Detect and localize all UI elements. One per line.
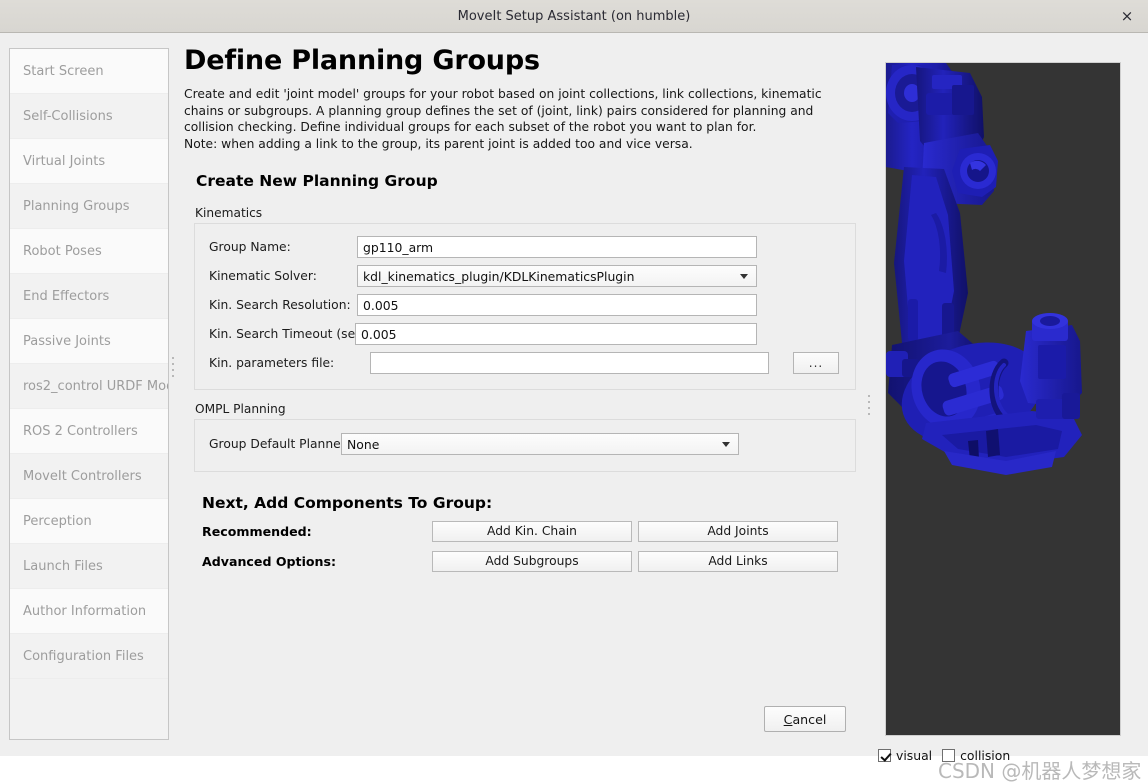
- sidebar-item-end-effectors[interactable]: End Effectors: [10, 274, 168, 319]
- params-file-row: Kin. parameters file: ...: [195, 349, 855, 378]
- sidebar-empty-area: [10, 679, 168, 739]
- sidebar-item-label: MoveIt Controllers: [23, 468, 142, 484]
- group-name-label: Group Name:: [209, 240, 291, 255]
- recommended-label: Recommended:: [202, 523, 312, 539]
- sidebar-item-label: Passive Joints: [23, 333, 111, 349]
- next-section-title: Next, Add Components To Group:: [202, 493, 493, 512]
- search-resolution-input[interactable]: 0.005: [357, 294, 757, 317]
- group-name-input[interactable]: gp110_arm: [357, 236, 757, 259]
- navigation-sidebar: Start Screen Self-Collisions Virtual Joi…: [9, 48, 169, 740]
- advanced-options-label: Advanced Options:: [202, 553, 337, 569]
- default-planner-value: None: [347, 436, 380, 452]
- application-window: Start Screen Self-Collisions Virtual Joi…: [0, 33, 1148, 783]
- window-title: MoveIt Setup Assistant (on humble): [457, 8, 691, 24]
- robot-model-render: [886, 63, 1082, 475]
- sidebar-item-passive-joints[interactable]: Passive Joints: [10, 319, 168, 364]
- sidebar-item-label: Author Information: [23, 603, 147, 619]
- add-subgroups-button[interactable]: Add Subgroups: [432, 550, 632, 572]
- search-timeout-input[interactable]: 0.005: [355, 323, 757, 346]
- page-description: Create and edit 'joint model' groups for…: [184, 87, 822, 152]
- ompl-group-label: OMPL Planning: [195, 401, 286, 416]
- close-icon[interactable]: ×: [1116, 5, 1138, 27]
- search-timeout-row: Kin. Search Timeout (sec): 0.005: [195, 320, 855, 349]
- sidebar-item-label: Launch Files: [23, 558, 103, 574]
- chevron-down-icon: [722, 442, 730, 448]
- kinematics-group-label: Kinematics: [195, 205, 263, 220]
- sidebar-item-label: ros2_control URDF Modifications: [23, 378, 168, 394]
- search-resolution-row: Kin. Search Resolution: 0.005: [195, 291, 855, 320]
- kinematics-groupbox: Kinematics Group Name: gp110_arm Kinemat…: [184, 206, 856, 390]
- add-kin-chain-button[interactable]: Add Kin. Chain: [432, 520, 632, 542]
- sidebar-item-perception[interactable]: Perception: [10, 499, 168, 544]
- sidebar-item-configuration-files[interactable]: Configuration Files: [10, 634, 168, 679]
- main-content: Define Planning Groups Create and edit '…: [184, 45, 856, 745]
- sidebar-item-launch-files[interactable]: Launch Files: [10, 544, 168, 589]
- search-timeout-label: Kin. Search Timeout (sec):: [209, 327, 371, 342]
- kinematic-solver-select[interactable]: kdl_kinematics_plugin/KDLKinematicsPlugi…: [357, 265, 757, 288]
- sidebar-item-ros2-controllers[interactable]: ROS 2 Controllers: [10, 409, 168, 454]
- sidebar-item-self-collisions[interactable]: Self-Collisions: [10, 94, 168, 139]
- ompl-groupbox: OMPL Planning Group Default Planner: Non…: [184, 402, 856, 472]
- kinematic-solver-label: Kinematic Solver:: [209, 269, 317, 284]
- add-links-button[interactable]: Add Links: [638, 550, 838, 572]
- sidebar-item-label: Robot Poses: [23, 243, 102, 259]
- viewport-splitter-handle[interactable]: [866, 391, 871, 433]
- sidebar-item-virtual-joints[interactable]: Virtual Joints: [10, 139, 168, 184]
- sidebar-item-label: Planning Groups: [23, 198, 130, 214]
- sidebar-item-moveit-controllers[interactable]: MoveIt Controllers: [10, 454, 168, 499]
- cancel-button[interactable]: Cancel: [764, 706, 846, 732]
- sidebar-item-start-screen[interactable]: Start Screen: [10, 49, 168, 94]
- section-title-create-group: Create New Planning Group: [196, 171, 438, 190]
- advanced-row: Advanced Options: Add Subgroups Add Link…: [202, 550, 856, 572]
- cancel-accelerator: C: [783, 711, 793, 727]
- sidebar-item-planning-groups[interactable]: Planning Groups: [10, 184, 168, 229]
- sidebar-item-label: Self-Collisions: [23, 108, 113, 124]
- page-title: Define Planning Groups: [184, 45, 540, 76]
- default-planner-row: Group Default Planner: None: [195, 430, 855, 459]
- add-joints-button[interactable]: Add Joints: [638, 520, 838, 542]
- kinematic-solver-row: Kinematic Solver: kdl_kinematics_plugin/…: [195, 262, 855, 291]
- sidebar-item-author-information[interactable]: Author Information: [10, 589, 168, 634]
- ompl-frame: Group Default Planner: None: [194, 418, 856, 472]
- sidebar-item-robot-poses[interactable]: Robot Poses: [10, 229, 168, 274]
- cancel-suffix: ancel: [792, 711, 827, 727]
- default-planner-label: Group Default Planner:: [209, 437, 350, 452]
- recommended-row: Recommended: Add Kin. Chain Add Joints: [202, 520, 856, 542]
- sidebar-item-ros2-control-urdf[interactable]: ros2_control URDF Modifications: [10, 364, 168, 409]
- search-resolution-label: Kin. Search Resolution:: [209, 298, 351, 313]
- sidebar-item-label: Configuration Files: [23, 648, 144, 664]
- kinematic-solver-value: kdl_kinematics_plugin/KDLKinematicsPlugi…: [363, 268, 635, 284]
- default-planner-select[interactable]: None: [341, 433, 739, 456]
- chevron-down-icon: [740, 274, 748, 280]
- robot-3d-viewport[interactable]: [885, 62, 1121, 736]
- group-name-row: Group Name: gp110_arm: [195, 233, 855, 262]
- sidebar-item-label: Perception: [23, 513, 92, 529]
- params-file-label: Kin. parameters file:: [209, 356, 335, 371]
- kinematics-frame: Group Name: gp110_arm Kinematic Solver: …: [194, 222, 856, 390]
- sidebar-item-label: ROS 2 Controllers: [23, 423, 138, 439]
- params-file-input[interactable]: [370, 352, 769, 375]
- sidebar-item-label: End Effectors: [23, 288, 110, 304]
- sidebar-splitter-handle[interactable]: [170, 353, 175, 395]
- sidebar-item-label: Start Screen: [23, 63, 104, 79]
- window-titlebar: MoveIt Setup Assistant (on humble) ×: [0, 0, 1148, 33]
- sidebar-item-label: Virtual Joints: [23, 153, 106, 169]
- browse-params-file-button[interactable]: ...: [793, 352, 839, 375]
